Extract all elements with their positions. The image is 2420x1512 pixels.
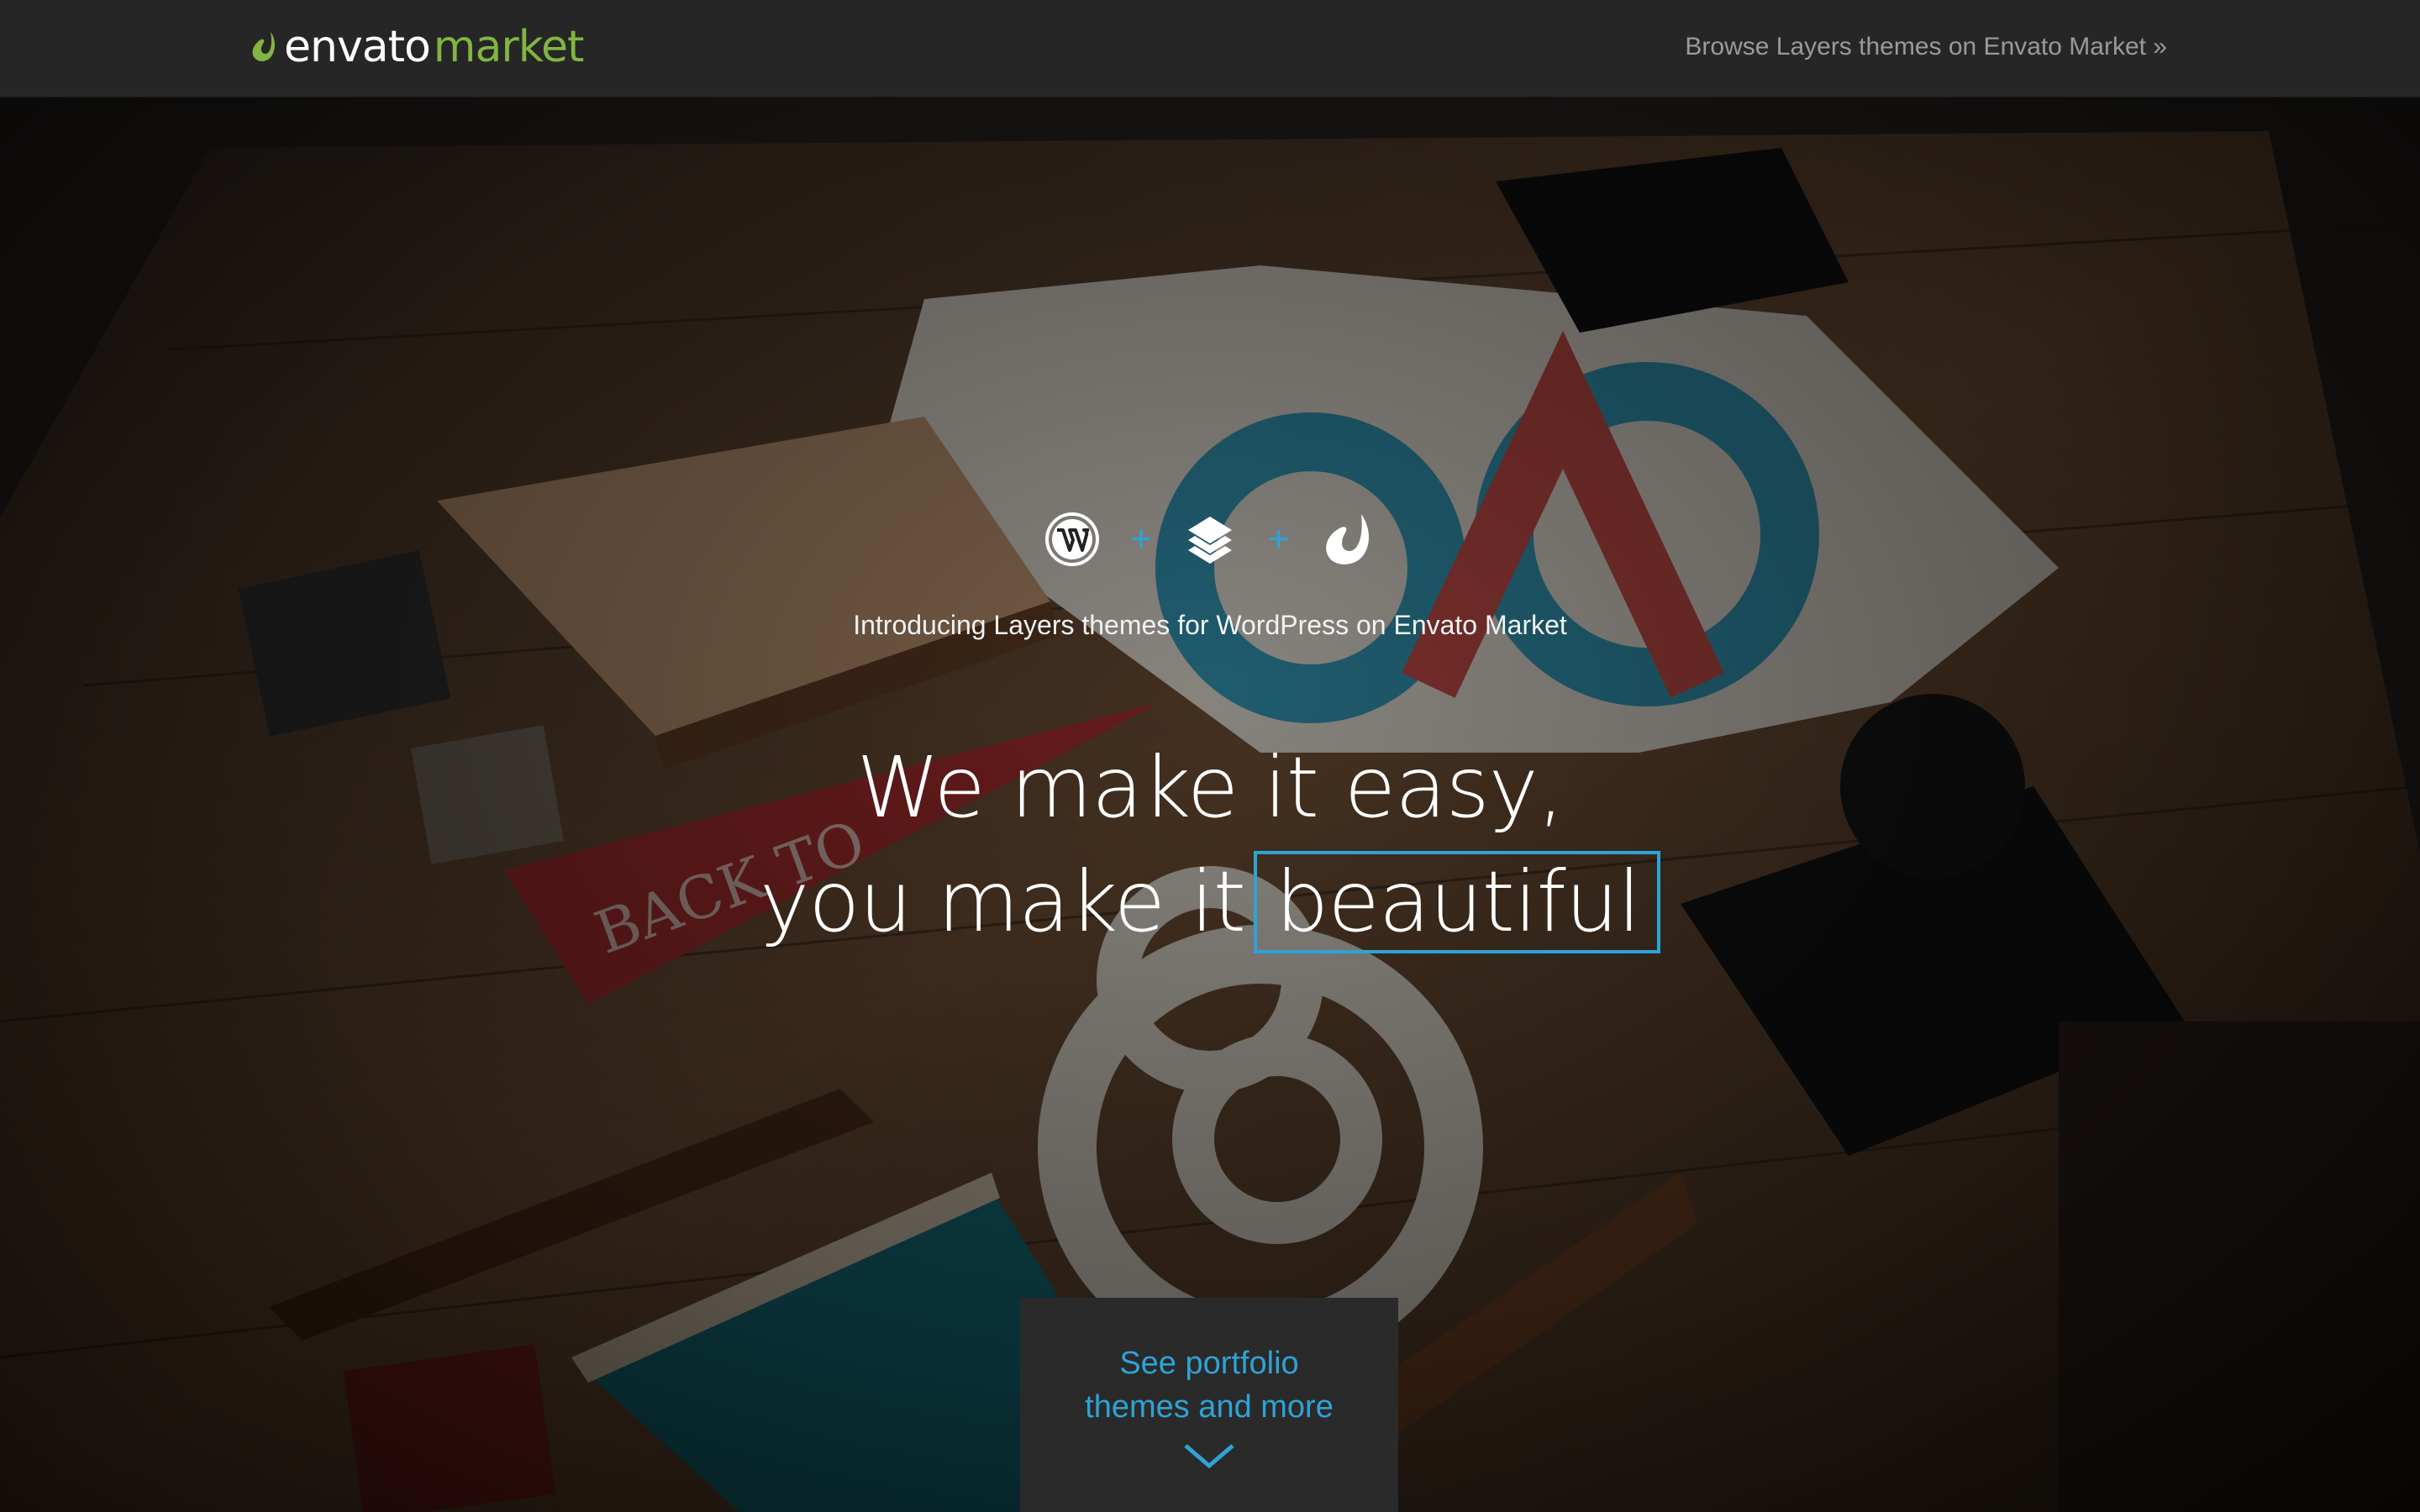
browse-layers-themes-link[interactable]: Browse Layers themes on Envato Market » xyxy=(1685,29,2167,66)
headline-line-2-prefix: you make it xyxy=(760,853,1246,951)
plus-sign: + xyxy=(1130,518,1152,559)
cta-line-2: themes and more xyxy=(1085,1389,1334,1425)
top-bar: envato market Browse Layers themes on En… xyxy=(0,0,2420,97)
logo-text-market: market xyxy=(433,22,585,72)
wordpress-icon xyxy=(1043,510,1102,569)
envato-leaf-icon xyxy=(252,32,276,61)
headline-highlight-word: beautiful xyxy=(1253,851,1660,953)
headline-line-1: We make it easy, xyxy=(856,738,1564,837)
hero-headline: We make it easy, you make it beautiful xyxy=(0,731,2420,959)
cta-line-1: See portfolio xyxy=(1119,1346,1299,1381)
logo-text-envato: envato xyxy=(284,22,431,72)
chevron-down-icon xyxy=(1184,1444,1234,1469)
envato-market-logo[interactable]: envato market xyxy=(250,22,585,72)
layers-icon xyxy=(1181,510,1239,569)
platform-icons-row: + + xyxy=(0,504,2420,575)
see-portfolio-button[interactable]: See portfolio themes and more xyxy=(1020,1298,1398,1512)
intro-text: Introducing Layers themes for WordPress … xyxy=(853,610,1567,640)
headline-line-2: you make it beautiful xyxy=(0,845,2420,959)
envato-leaf-icon xyxy=(1318,510,1377,569)
plus-sign: + xyxy=(1268,518,1290,559)
cta-text: See portfolio themes and more xyxy=(1020,1341,1398,1429)
